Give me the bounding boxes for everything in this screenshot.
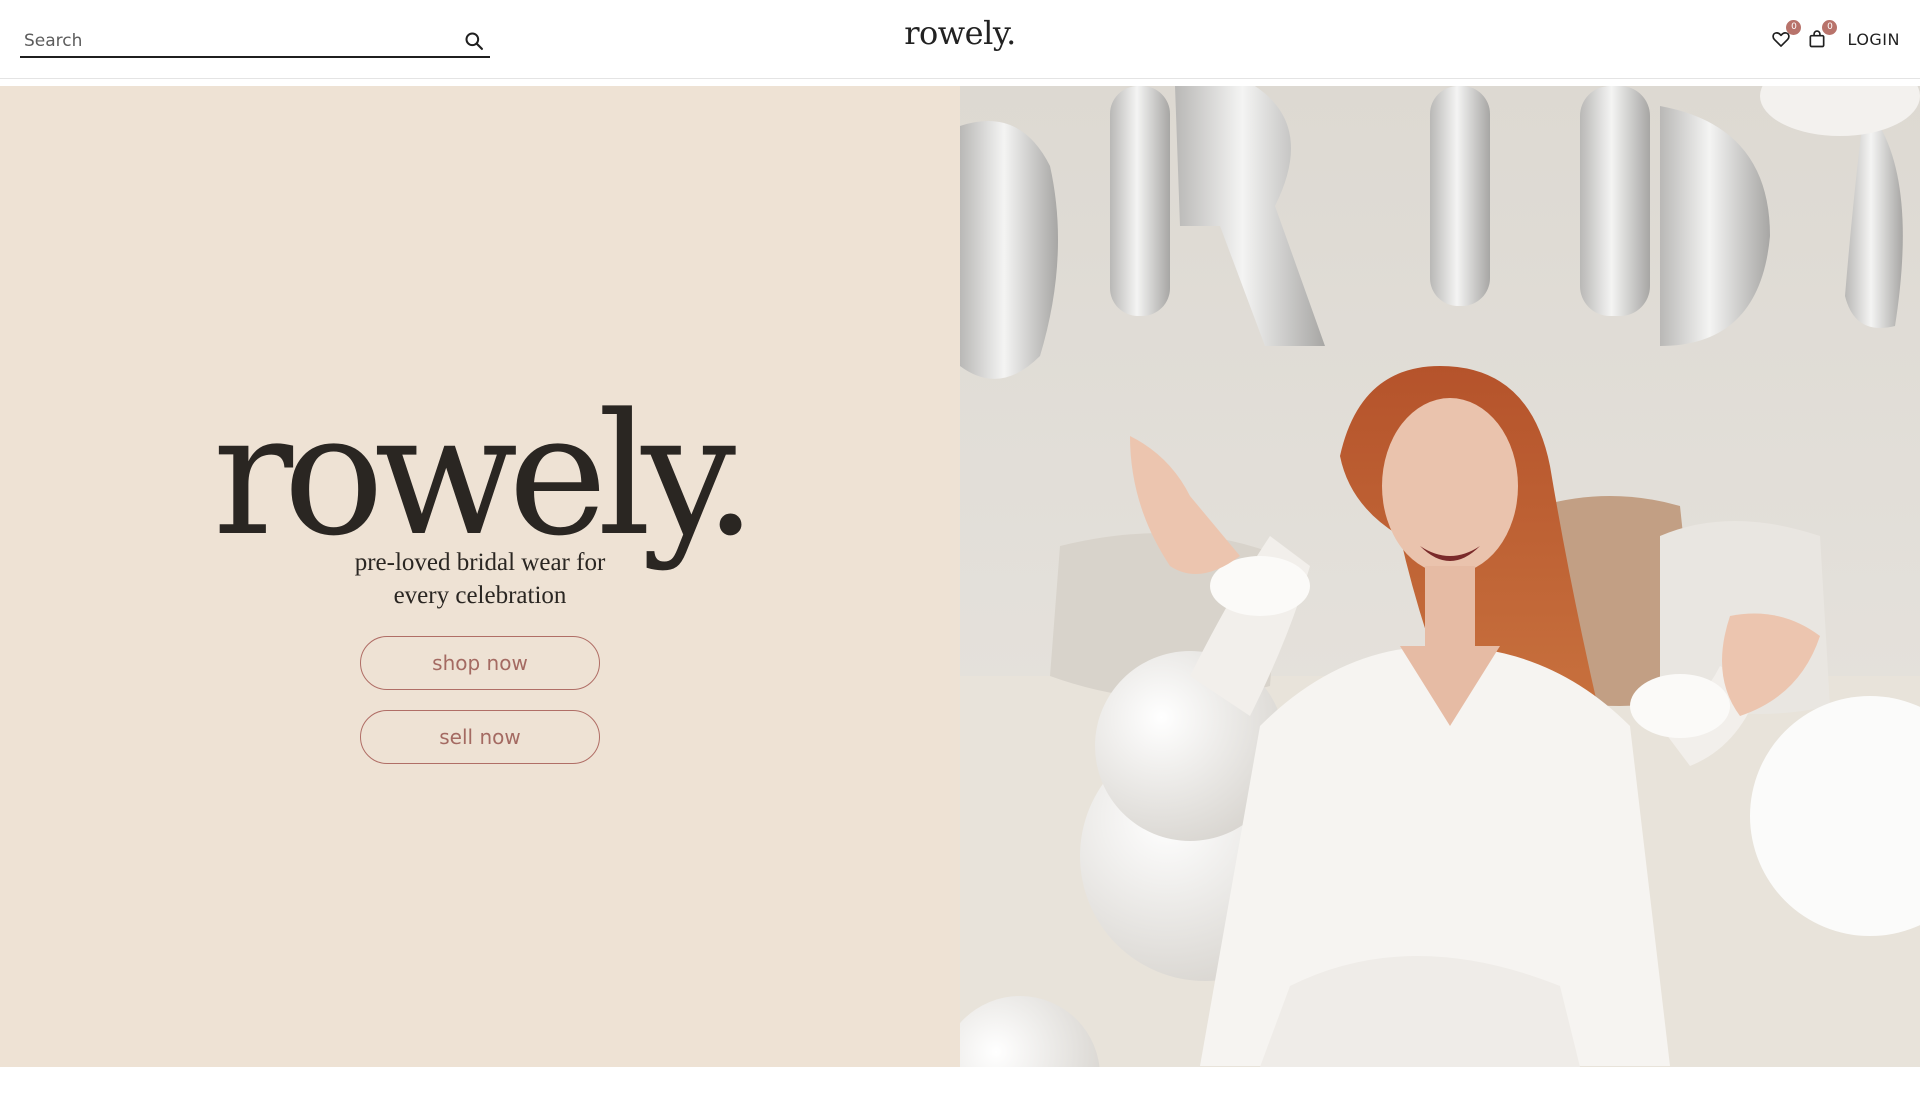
header-actions: 0 0 LOGIN: [1769, 20, 1900, 54]
search-icon: [465, 32, 483, 51]
hero-text-panel: rowely. pre-loved bridal wear for every …: [0, 86, 960, 1067]
sell-now-button[interactable]: sell now: [360, 710, 600, 764]
shop-now-button[interactable]: shop now: [360, 636, 600, 690]
search-button[interactable]: [460, 27, 488, 55]
wishlist-count-badge: 0: [1786, 20, 1802, 35]
tagline-line-2: every celebration: [393, 582, 567, 609]
hero-image: [960, 86, 1920, 1067]
cart-count-badge: 0: [1822, 20, 1838, 35]
search-bar: [20, 26, 490, 58]
hero-logo: rowely.: [212, 377, 757, 573]
tagline-line-1: pre-loved bridal wear for: [354, 549, 606, 576]
cart-button[interactable]: 0: [1805, 20, 1838, 51]
site-header: rowely. 0 0 LOGIN: [0, 0, 1920, 79]
wishlist-button[interactable]: 0: [1769, 20, 1802, 51]
login-link[interactable]: LOGIN: [1847, 30, 1900, 49]
hero-photo-illustration: [960, 86, 1920, 1067]
search-input[interactable]: [20, 26, 450, 56]
brand-logo[interactable]: rowely.: [904, 14, 1016, 52]
hero-tagline: pre-loved bridal wear for every celebrat…: [330, 546, 630, 612]
